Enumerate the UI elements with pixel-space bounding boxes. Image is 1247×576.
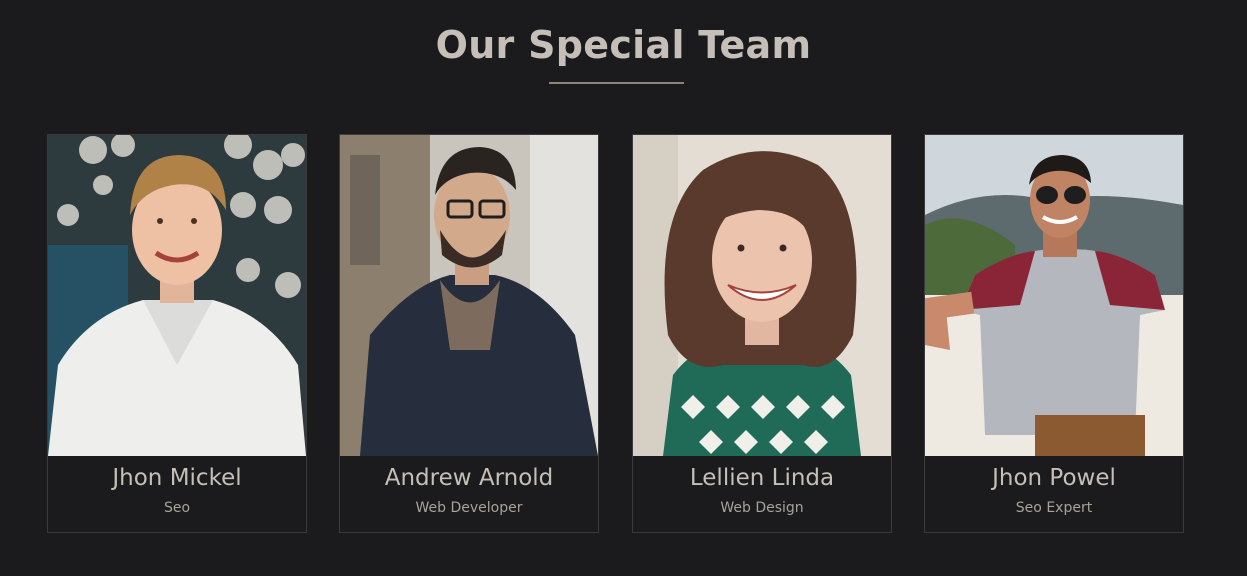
team-member-role: Seo Expert [1015,500,1093,516]
team-card-lellien-linda[interactable]: Lellien Linda Web Design [632,134,892,533]
team-card-jhon-mickel[interactable]: Jhon Mickel Seo [47,134,307,533]
team-member-name: Jhon Powel [992,465,1116,491]
section-title: Our Special Team [435,23,812,67]
team-member-role: Web Developer [415,500,523,516]
team-photo [925,135,1183,456]
team-photo [340,135,598,456]
team-member-name: Andrew Arnold [384,465,554,491]
team-member-role: Seo [163,500,191,516]
team-member-name: Lellien Linda [689,465,835,491]
team-card-andrew-arnold[interactable]: Andrew Arnold Web Developer [339,134,599,533]
team-section: Our Special Team Jhon Mickel Seo Andrew … [0,0,1247,576]
team-member-name: Jhon Mickel [112,465,242,491]
title-underline [549,82,684,84]
team-card-jhon-powel[interactable]: Jhon Powel Seo Expert [924,134,1184,533]
team-member-role: Web Design [720,500,804,516]
team-photo [48,135,306,456]
team-photo [633,135,891,456]
